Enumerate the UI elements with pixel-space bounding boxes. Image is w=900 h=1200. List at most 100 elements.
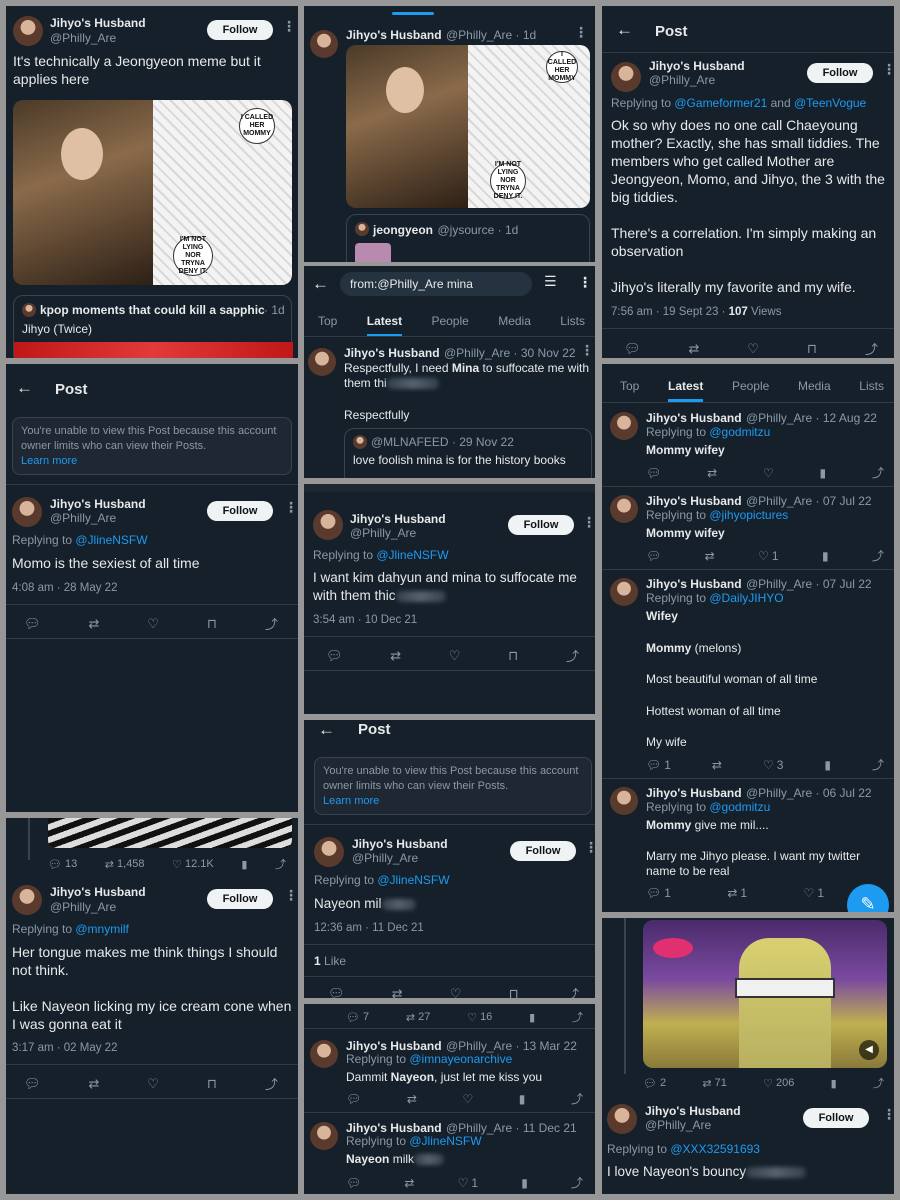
avatar[interactable] (610, 495, 638, 523)
mention-link[interactable]: @imnayeonarchive (409, 1052, 512, 1066)
avatar[interactable] (314, 837, 344, 867)
quote-card[interactable]: @MLNAFEED · 29 Nov 22 love foolish mina … (344, 428, 592, 478)
tab-lists[interactable]: Lists (859, 379, 884, 402)
reply-icon[interactable]: 💬︎ (346, 1174, 361, 1191)
tab-people[interactable]: People (431, 314, 468, 337)
author-handle[interactable]: @Philly_Are (50, 511, 116, 525)
like-button[interactable]: ♡ 206 (763, 1075, 794, 1091)
retweet-button[interactable]: ⇄ 1,458 (105, 856, 145, 872)
share-icon[interactable]: ⤴ (872, 547, 884, 564)
tab-media[interactable]: Media (498, 314, 531, 337)
bookmark-icon[interactable]: ⊓ (509, 984, 519, 999)
tweet-video[interactable]: ◀ (643, 920, 887, 1068)
reply-icon[interactable]: 💬︎ (326, 646, 343, 665)
author-name[interactable]: Jihyo's Husband (50, 885, 146, 899)
share-icon[interactable]: ⤴ (571, 1174, 583, 1191)
share-icon[interactable]: ⤴ (865, 339, 878, 358)
mention-link[interactable]: @mnymilf (75, 922, 129, 936)
views-icon[interactable]: ▮ (831, 1075, 837, 1091)
author-name[interactable]: Jihyo's Husband (352, 837, 448, 851)
bookmark-icon[interactable]: ⊓ (207, 614, 217, 633)
back-arrow-icon[interactable]: ← (312, 274, 329, 294)
author-name[interactable]: Jihyo's Husband (50, 497, 146, 511)
author-handle[interactable]: @Philly_Are (350, 526, 416, 540)
share-icon[interactable]: ⤴ (572, 1009, 583, 1025)
avatar[interactable] (310, 1122, 338, 1150)
avatar[interactable] (610, 787, 638, 815)
views-icon[interactable]: ▮ (822, 547, 829, 564)
retweet-icon[interactable]: ⇄ (705, 547, 715, 564)
bookmark-icon[interactable]: ⊓ (508, 646, 518, 665)
retweet-icon[interactable]: ⇄ (712, 756, 722, 773)
like-button[interactable]: ♡ 16 (467, 1009, 492, 1025)
reply-button[interactable]: 💬︎ 1 (646, 756, 671, 773)
avatar[interactable] (610, 412, 638, 440)
more-icon[interactable]: ⋮ (574, 24, 588, 41)
avatar[interactable] (12, 885, 42, 915)
learn-more-link[interactable]: Learn more (323, 795, 379, 807)
tweet-image[interactable]: I CALLED HER MOMMY I'M NOT LYING NOR TRY… (13, 100, 292, 285)
follow-button[interactable]: Follow (207, 20, 273, 40)
reply-button[interactable]: 💬︎ 1 (646, 886, 671, 900)
more-icon[interactable]: ⋮ (284, 887, 298, 904)
author-name[interactable]: Jihyo's Husband (645, 1104, 741, 1118)
retweet-button[interactable]: ⇄ 1 (727, 886, 747, 900)
avatar[interactable] (310, 1040, 338, 1068)
follow-button[interactable]: Follow (207, 501, 273, 521)
tab-lists[interactable]: Lists (560, 314, 585, 337)
avatar[interactable] (13, 16, 43, 46)
views-icon[interactable]: ▮ (824, 756, 831, 773)
avatar[interactable] (611, 62, 641, 92)
reply-icon[interactable]: 💬︎ (624, 339, 641, 358)
mention-link[interactable]: @JlineNSFW (377, 873, 449, 887)
bookmark-icon[interactable]: ⊓ (207, 1074, 217, 1093)
author-handle[interactable]: @Philly_Are (649, 73, 715, 87)
avatar[interactable] (308, 348, 336, 376)
follow-button[interactable]: Follow (807, 63, 873, 83)
tab-top[interactable]: Top (620, 379, 639, 402)
like-icon[interactable]: ♡ (147, 1074, 159, 1093)
mention-link[interactable]: @JlineNSFW (409, 1134, 481, 1148)
author-name[interactable]: Jihyo's Husband (350, 512, 446, 526)
filter-icon[interactable]: ☰ (544, 273, 557, 290)
tweet-image[interactable]: I CALLED HER MOMMY I'M NOT LYING NOR TRY… (346, 45, 590, 208)
views-icon[interactable]: ▮ (521, 1174, 528, 1191)
avatar[interactable] (607, 1104, 637, 1134)
author-handle[interactable]: @Philly_Are (50, 900, 116, 914)
author-name[interactable]: Jihyo's Husband (646, 411, 742, 425)
author-name[interactable]: Jihyo's Husband (346, 1039, 442, 1053)
share-icon[interactable]: ⤴ (571, 1090, 583, 1107)
more-icon[interactable]: ⋮ (882, 1106, 894, 1123)
follow-button[interactable]: Follow (803, 1108, 869, 1128)
mute-icon[interactable]: ◀ (859, 1040, 879, 1060)
reply-icon[interactable]: 💬︎ (24, 614, 41, 633)
retweet-icon[interactable]: ⇄ (88, 614, 99, 633)
reply-icon[interactable]: 💬︎ (328, 984, 345, 999)
reply-icon[interactable]: 💬︎ (24, 1074, 41, 1093)
follow-button[interactable]: Follow (508, 515, 574, 535)
mention-link[interactable]: @JlineNSFW (376, 548, 448, 562)
retweet-icon[interactable]: ⇄ (707, 464, 717, 481)
quote-card[interactable]: kpop moments that could kill a sapphic ·… (13, 295, 293, 358)
retweet-icon[interactable]: ⇄ (404, 1174, 414, 1191)
follow-button[interactable]: Follow (207, 889, 273, 909)
share-icon[interactable]: ⤴ (873, 1075, 884, 1091)
avatar[interactable] (313, 510, 343, 540)
views-icon[interactable]: ▮ (519, 1090, 526, 1107)
retweet-icon[interactable]: ⇄ (688, 339, 699, 358)
avatar[interactable] (610, 578, 638, 606)
search-input[interactable]: from:@Philly_Are mina (340, 272, 532, 296)
like-button[interactable]: ♡ 12.1K (172, 856, 214, 872)
reply-icon[interactable]: 💬︎ (346, 1090, 361, 1107)
bookmark-icon[interactable]: ⊓ (807, 339, 817, 358)
author-handle[interactable]: @Philly_Are (50, 31, 116, 45)
retweet-button[interactable]: ⇄ 27 (406, 1009, 430, 1025)
author-name[interactable]: Jihyo's Husband (646, 786, 742, 800)
back-arrow-icon[interactable]: ← (16, 378, 33, 398)
reply-icon[interactable]: 💬︎ (646, 464, 661, 481)
retweet-button[interactable]: ⇄ 71 (702, 1075, 726, 1091)
learn-more-link[interactable]: Learn more (21, 455, 77, 467)
views-icon[interactable]: ▮ (241, 856, 247, 872)
views-icon[interactable]: ▮ (820, 464, 827, 481)
author-handle[interactable]: @Philly_Are (352, 851, 418, 865)
